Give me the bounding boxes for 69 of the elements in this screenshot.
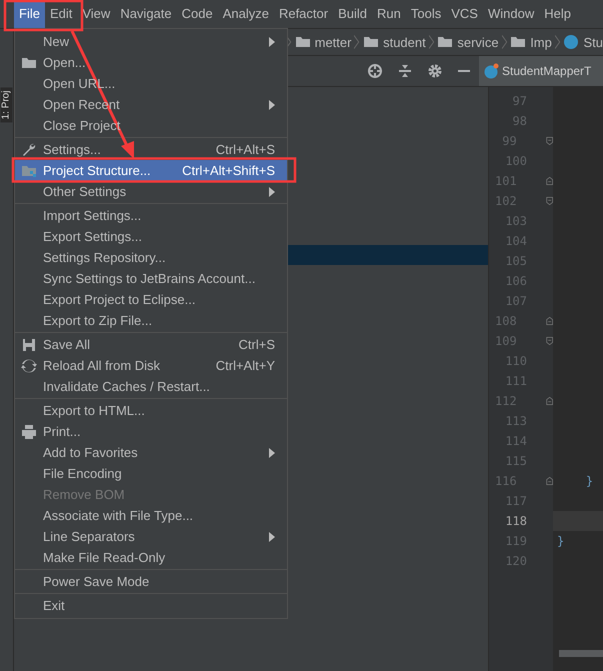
editor-tab[interactable]: StudentMapperT bbox=[479, 56, 603, 86]
scrollbar[interactable] bbox=[559, 650, 603, 657]
menu-item[interactable]: Export to HTML... bbox=[15, 400, 287, 421]
breadcrumb-item[interactable]: service bbox=[437, 34, 499, 50]
menu-item[interactable]: Associate with File Type... bbox=[15, 505, 287, 526]
menu-item[interactable]: Print... bbox=[15, 421, 287, 442]
menu-bar-item[interactable]: Refactor bbox=[274, 0, 334, 28]
chevron-icon bbox=[354, 35, 360, 49]
menu-item[interactable]: Exit bbox=[15, 595, 287, 616]
breadcrumb-item[interactable]: Stu bbox=[563, 34, 603, 50]
class-icon bbox=[483, 63, 499, 79]
folder-icon bbox=[363, 34, 380, 50]
menu-item[interactable]: Other Settings bbox=[15, 181, 287, 202]
breadcrumb-item[interactable]: student bbox=[363, 34, 426, 50]
menu-item[interactable]: Power Save Mode bbox=[15, 571, 287, 592]
menu-item[interactable]: Project Structure... Ctrl+Alt+Shift+S bbox=[15, 160, 287, 181]
menu-item[interactable]: Import Settings... bbox=[15, 205, 287, 226]
menu-item[interactable]: Sync Settings to JetBrains Account... bbox=[15, 268, 287, 289]
print-icon bbox=[21, 424, 37, 440]
save-icon bbox=[21, 336, 37, 352]
menu-bar-item[interactable]: Code bbox=[176, 0, 218, 28]
fold-marker-icon[interactable] bbox=[546, 195, 553, 207]
collapse-icon[interactable] bbox=[397, 63, 413, 79]
menu-item[interactable]: Make File Read-Only bbox=[15, 547, 287, 568]
target-icon[interactable] bbox=[367, 63, 383, 79]
menu-item[interactable]: Invalidate Caches / Restart... bbox=[15, 376, 287, 397]
menu-item[interactable]: New bbox=[15, 31, 287, 52]
menu-item[interactable]: Reload All from Disk Ctrl+Alt+Y bbox=[15, 355, 287, 376]
fold-marker-icon[interactable] bbox=[546, 475, 553, 487]
menu-item[interactable]: Export Project to Eclipse... bbox=[15, 289, 287, 310]
folder-icon bbox=[437, 34, 454, 50]
menu-item[interactable]: Settings Repository... bbox=[15, 247, 287, 268]
folder-icon bbox=[510, 34, 526, 50]
fold-marker-icon[interactable] bbox=[546, 135, 553, 147]
chevron-icon bbox=[502, 35, 508, 49]
menu-bar-item[interactable]: Window bbox=[482, 0, 540, 28]
menu-bar-item[interactable]: Analyze bbox=[218, 0, 274, 28]
code-text: } bbox=[584, 474, 594, 488]
fold-marker-icon[interactable] bbox=[546, 335, 553, 347]
fold-marker-icon[interactable] bbox=[546, 395, 553, 407]
menu-item[interactable]: Save All Ctrl+S bbox=[15, 334, 287, 355]
project-tool-tab[interactable]: 1: Proj bbox=[0, 88, 12, 122]
fold-marker-icon[interactable] bbox=[546, 315, 553, 327]
line-number: 118 bbox=[504, 514, 527, 528]
menu-item[interactable]: File Encoding bbox=[15, 463, 287, 484]
menu-bar-item[interactable]: Tools bbox=[406, 0, 446, 28]
wrench-icon bbox=[21, 142, 37, 158]
breadcrumb-item[interactable]: metter bbox=[294, 34, 352, 50]
menu-item[interactable]: Open... bbox=[15, 52, 287, 73]
menu-item[interactable]: Export Settings... bbox=[15, 226, 287, 247]
breadcrumb-item[interactable]: Imp bbox=[510, 34, 552, 50]
menu-item[interactable]: Add to Favorites bbox=[15, 442, 287, 463]
folder-icon bbox=[294, 34, 311, 50]
code-text: } bbox=[557, 534, 564, 548]
menu-item[interactable]: Export to Zip File... bbox=[15, 310, 287, 331]
menu-bar-item[interactable]: Run bbox=[372, 0, 406, 28]
menu-item[interactable]: Settings... Ctrl+Alt+S bbox=[15, 139, 287, 160]
chevron-icon bbox=[554, 35, 560, 49]
menu-bar-item[interactable]: Help bbox=[539, 0, 576, 28]
fold-marker-icon[interactable] bbox=[546, 175, 553, 187]
chevron-icon bbox=[428, 35, 434, 49]
refresh-icon bbox=[21, 358, 37, 374]
class-icon bbox=[563, 34, 580, 50]
settings-icon[interactable] bbox=[427, 63, 443, 79]
menu-bar-item[interactable]: Navigate bbox=[115, 0, 177, 28]
menu-bar-item[interactable]: Build bbox=[333, 0, 372, 28]
menu-item[interactable]: Line Separators bbox=[15, 526, 287, 547]
menu-bar-item[interactable]: Edit bbox=[44, 0, 78, 28]
menu-bar-item[interactable]: VCS bbox=[446, 0, 483, 28]
